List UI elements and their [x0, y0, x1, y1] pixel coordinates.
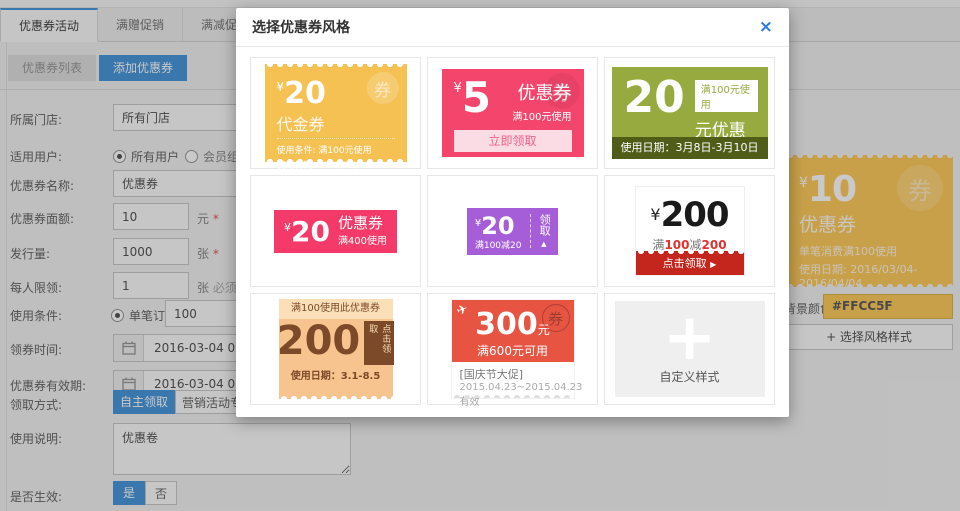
click-claim-button[interactable]: 点击领取 ▶ [636, 251, 744, 275]
currency-symbol: ¥ [454, 81, 462, 96]
coupon-style-modal: 选择优惠券风格 × 券 ¥20 代金券 使用条件: 满100元使用 使用日期: … [236, 8, 789, 417]
coupon-card: 满100使用此优惠券 200 点击领取 使用日期：3.1-8.5 [279, 299, 393, 399]
claim-now-button[interactable]: 立即领取 [454, 130, 572, 152]
coupon-style-custom[interactable]: + 自定义样式 [604, 293, 775, 405]
coupon-condition: 满100元使用 [505, 108, 571, 123]
coupon-style-orange-200[interactable]: 满100使用此优惠券 200 点击领取 使用日期：3.1-8.5 [250, 293, 421, 405]
coupon-stamp-icon: 券 [544, 73, 580, 109]
modal-header: 选择优惠券风格 × [236, 8, 789, 47]
coupon-campaign-name: [国庆节大促] [452, 362, 574, 382]
scallop-edge [265, 157, 407, 162]
close-icon[interactable]: × [759, 19, 773, 36]
coupon-style-grid: 券 ¥20 代金券 使用条件: 满100元使用 使用日期: 2015/05/06… [236, 47, 789, 417]
condition-badge: 满100元使用 [695, 80, 758, 112]
coupon-amount: ¥20 [284, 215, 330, 248]
coupon-amount: 200 [277, 321, 361, 365]
scallop-edge [636, 251, 744, 256]
coupon-card: 券 ¥20 代金券 使用条件: 满100元使用 使用日期: 2015/05/06… [265, 64, 407, 162]
coupon-stamp-icon: 券 [367, 72, 399, 104]
coupon-title: 优惠券 [338, 215, 387, 232]
coupon-amount: 5 [462, 79, 491, 117]
scallop-edge [279, 394, 393, 399]
coupon-card: 20 满100元使用 元优惠券 使用日期：3月8日-3月10日 [612, 67, 768, 159]
scallop-edge [452, 393, 574, 398]
modal-title: 选择优惠券风格 [252, 17, 759, 37]
claim-button[interactable]: 领取▲ [530, 214, 551, 248]
coupon-card: 券 ¥ 5 优惠券 满100元使用 立即领取 [442, 69, 584, 157]
coupon-style-white-redbar[interactable]: ¥200 满100减200 点击领取 ▶ [604, 175, 775, 287]
coupon-condition: 满400使用 [338, 232, 387, 247]
coupon-style-purple-ribbon[interactable]: ¥20 满100减20 领取▲ [427, 175, 598, 287]
coupon-condition: 满600元可用 [452, 342, 574, 359]
coupon-card: ¥20 优惠券 满400使用 [274, 210, 397, 253]
coupon-condition: 满100使用此优惠券 [279, 299, 393, 319]
coupon-style-pink-ribbon[interactable]: ¥20 优惠券 满400使用 [250, 175, 421, 287]
coupon-style-green-date[interactable]: 20 满100元使用 元优惠券 使用日期：3月8日-3月10日 [604, 57, 775, 169]
plus-icon: + [663, 313, 717, 364]
coupon-title: 代金券 [277, 111, 395, 139]
custom-style-label: 自定义样式 [659, 368, 719, 385]
coupon-condition: 满100减20 [475, 238, 522, 251]
coupon-card: ¥200 满100减200 点击领取 ▶ [635, 186, 745, 276]
coupon-card: ¥20 满100减20 领取▲ [467, 208, 558, 255]
coupon-amount: ¥20 [475, 212, 522, 240]
scallop-edge [265, 64, 407, 69]
coupon-date: 使用日期：3.1-8.5 [279, 367, 393, 382]
custom-style-card: + 自定义样式 [615, 301, 765, 397]
coupon-card: ✈ 券 300元 满600元可用 [国庆节大促] 2015.04.23~2015… [451, 299, 575, 399]
coupon-date: 使用日期：3月8日-3月10日 [612, 137, 768, 159]
triangle-up-icon: ▲ [538, 240, 551, 248]
triangle-right-icon: ▶ [710, 260, 716, 269]
click-claim-tag[interactable]: 点击领取 [364, 321, 394, 365]
coupon-stamp-icon: 券 [542, 304, 570, 332]
coupon-style-yellow-stamp[interactable]: 券 ¥20 代金券 使用条件: 满100元使用 使用日期: 2015/05/06… [250, 57, 421, 169]
coupon-style-pink-claim[interactable]: 券 ¥ 5 优惠券 满100元使用 立即领取 [427, 57, 598, 169]
coupon-amount: ¥200 [636, 195, 744, 235]
coupon-style-red-300[interactable]: ✈ 券 300元 满600元可用 [国庆节大促] 2015.04.23~2015… [427, 293, 598, 405]
coupon-condition: 使用条件: 满100元使用 [277, 143, 395, 156]
